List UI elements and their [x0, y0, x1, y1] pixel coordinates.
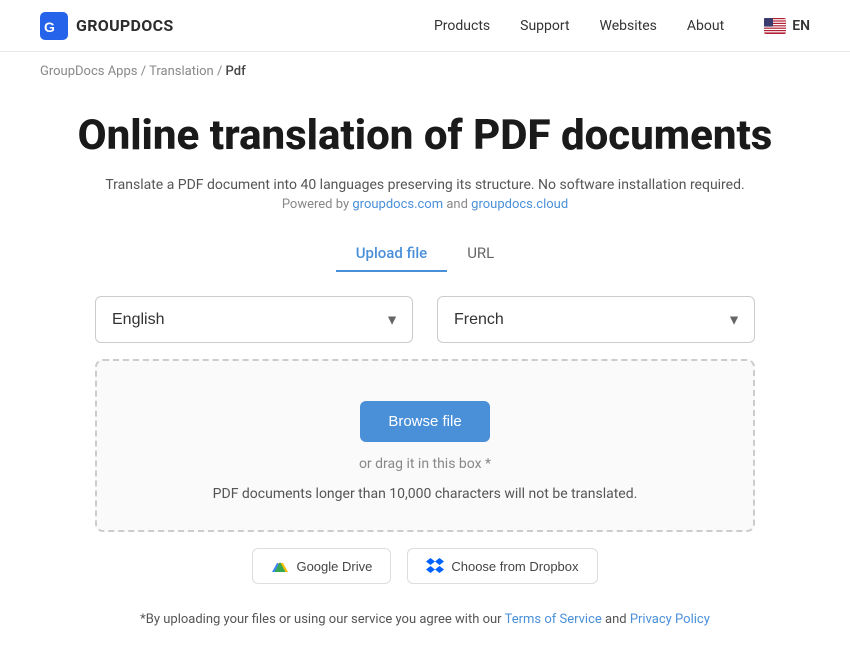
source-language-select[interactable]: English French German Spanish Italian: [95, 296, 413, 343]
target-language-select[interactable]: French English German Spanish Italian: [437, 296, 755, 343]
logo[interactable]: G GROUPDOCS: [40, 12, 174, 40]
nav-products[interactable]: Products: [434, 18, 490, 34]
logo-icon: G: [40, 12, 68, 40]
breadcrumb-groupdocs[interactable]: GroupDocs Apps: [40, 64, 138, 79]
breadcrumb: GroupDocs Apps / Translation / Pdf: [0, 52, 850, 91]
drag-text: or drag it in this box *: [359, 456, 491, 472]
footer-note: *By uploading your files or using our se…: [140, 612, 710, 627]
cloud-storage-row: Google Drive Choose from Dropbox: [95, 548, 755, 584]
tab-url[interactable]: URL: [447, 236, 514, 272]
subtitle: Translate a PDF document into 40 languag…: [105, 177, 744, 193]
language-dropdowns: English French German Spanish Italian ▼ …: [95, 296, 755, 343]
tabs: Upload file URL: [336, 236, 515, 272]
target-language-wrapper: French English German Spanish Italian ▼: [437, 296, 755, 343]
upload-drop-zone[interactable]: Browse file or drag it in this box * PDF…: [95, 359, 755, 532]
flag-icon: [764, 18, 786, 34]
lang-code: EN: [792, 18, 810, 34]
terms-of-service-link[interactable]: Terms of Service: [505, 612, 602, 627]
logo-text: GROUPDOCS: [76, 16, 174, 35]
groupdocs-cloud-link[interactable]: groupdocs.cloud: [471, 197, 568, 212]
google-drive-button[interactable]: Google Drive: [252, 548, 391, 584]
breadcrumb-translation[interactable]: Translation: [149, 64, 214, 79]
main-nav: Products Support Websites About: [434, 18, 724, 34]
nav-about[interactable]: About: [687, 18, 724, 34]
google-drive-label: Google Drive: [296, 559, 372, 574]
groupdocs-com-link[interactable]: groupdocs.com: [352, 197, 443, 212]
page-title: Online translation of PDF documents: [78, 111, 773, 161]
nav-support[interactable]: Support: [520, 18, 569, 34]
svg-text:G: G: [44, 19, 55, 35]
source-language-wrapper: English French German Spanish Italian ▼: [95, 296, 413, 343]
tab-upload-file[interactable]: Upload file: [336, 236, 447, 272]
powered-by: Powered by groupdocs.com and groupdocs.c…: [282, 197, 568, 212]
breadcrumb-current: Pdf: [226, 64, 246, 79]
dropbox-icon: [426, 557, 444, 575]
privacy-policy-link[interactable]: Privacy Policy: [630, 612, 710, 627]
google-drive-icon: [271, 557, 289, 575]
language-selector[interactable]: EN: [764, 18, 810, 34]
nav-websites[interactable]: Websites: [600, 18, 657, 34]
header: G GROUPDOCS Products Support Websites Ab…: [0, 0, 850, 52]
browse-file-button[interactable]: Browse file: [360, 401, 489, 442]
dropbox-button[interactable]: Choose from Dropbox: [407, 548, 597, 584]
dropbox-label: Choose from Dropbox: [451, 559, 578, 574]
main-content: Online translation of PDF documents Tran…: [0, 91, 850, 657]
char-limit-notice: PDF documents longer than 10,000 charact…: [213, 486, 638, 502]
